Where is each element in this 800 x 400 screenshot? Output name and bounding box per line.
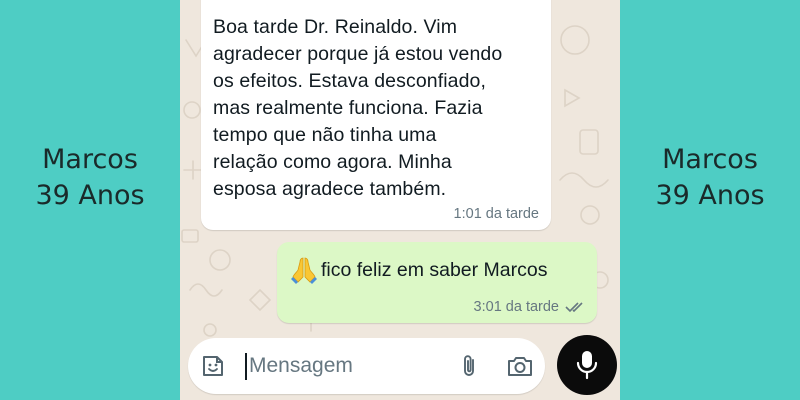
chat-screen: Boa tarde Dr. Reinaldo. Vim agradecer po… xyxy=(180,0,620,400)
caption-name: Marcos xyxy=(662,144,758,175)
message-text: Boa tarde Dr. Reinaldo. Vim agradecer po… xyxy=(213,16,503,200)
caption-name: Marcos xyxy=(42,144,138,175)
camera-icon[interactable] xyxy=(506,354,534,378)
message-timestamp: 1:01 da tarde xyxy=(453,206,539,222)
message-text: fico feliz em saber Marcos xyxy=(321,258,548,281)
outgoing-message[interactable]: fico feliz em saber Marcos 3:01 da tarde xyxy=(277,242,597,323)
text-cursor xyxy=(245,353,247,380)
caption-age: 39 Anos xyxy=(655,180,765,211)
read-checkmarks-icon xyxy=(565,302,583,313)
left-caption: Marcos 39 Anos xyxy=(0,142,180,214)
message-timestamp: 3:01 da tarde xyxy=(473,299,559,315)
right-caption: Marcos 39 Anos xyxy=(620,142,800,214)
paperclip-icon[interactable] xyxy=(458,353,482,379)
incoming-message[interactable]: Boa tarde Dr. Reinaldo. Vim agradecer po… xyxy=(201,0,551,230)
microphone-button[interactable] xyxy=(557,335,617,395)
folded-hands-icon xyxy=(291,257,317,284)
caption-age: 39 Anos xyxy=(35,180,145,211)
microphone-icon xyxy=(576,351,598,380)
message-composer: Mensagem xyxy=(188,338,545,394)
sticker-icon[interactable] xyxy=(200,353,226,379)
message-input[interactable]: Mensagem xyxy=(249,354,353,378)
